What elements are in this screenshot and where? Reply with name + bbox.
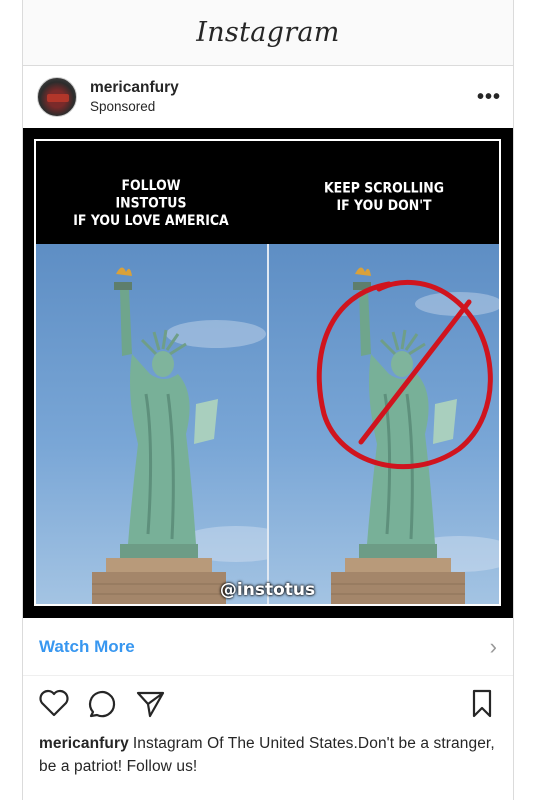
ellipsis-icon[interactable]: ••• [477, 86, 501, 109]
top-bar: Instagram [23, 0, 513, 66]
post-username[interactable]: mericanfury [90, 79, 477, 98]
action-bar [23, 676, 513, 730]
statue-of-liberty-left [92, 267, 268, 604]
watch-more-link[interactable]: Watch More [39, 637, 490, 657]
chevron-right-icon[interactable]: › [490, 634, 497, 660]
left-caption: FOLLOW INSTOTUS IF YOU LOVE AMERICA [73, 176, 229, 229]
post-header: mericanfury Sponsored ••• [23, 66, 513, 128]
avatar[interactable] [37, 77, 77, 117]
statue-of-liberty-right [316, 267, 499, 604]
user-meta: mericanfury Sponsored [90, 79, 477, 116]
heart-icon[interactable] [37, 686, 71, 720]
post-image[interactable]: FOLLOW INSTOTUS IF YOU LOVE AMERICA KEEP… [23, 128, 513, 618]
share-icon[interactable] [133, 686, 167, 720]
watch-more-bar[interactable]: Watch More › [23, 618, 513, 676]
watermark: @instotus [219, 580, 316, 600]
right-caption: KEEP SCROLLING IF YOU DON'T [323, 179, 444, 214]
post-caption: mericanfury Instagram Of The United State… [23, 730, 513, 778]
sponsored-label: Sponsored [90, 99, 156, 115]
comment-icon[interactable] [85, 686, 119, 720]
meme-image: FOLLOW INSTOTUS IF YOU LOVE AMERICA KEEP… [34, 139, 501, 606]
statue-photo-left [36, 244, 268, 604]
instagram-logo[interactable]: Instagram [196, 17, 339, 48]
bookmark-icon[interactable] [465, 686, 499, 720]
instagram-frame: Instagram mericanfury Sponsored ••• FOLL… [22, 0, 514, 800]
statue-photo-right [269, 244, 499, 604]
caption-username[interactable]: mericanfury [39, 735, 129, 752]
caption-band: FOLLOW INSTOTUS IF YOU LOVE AMERICA KEEP… [36, 141, 499, 244]
